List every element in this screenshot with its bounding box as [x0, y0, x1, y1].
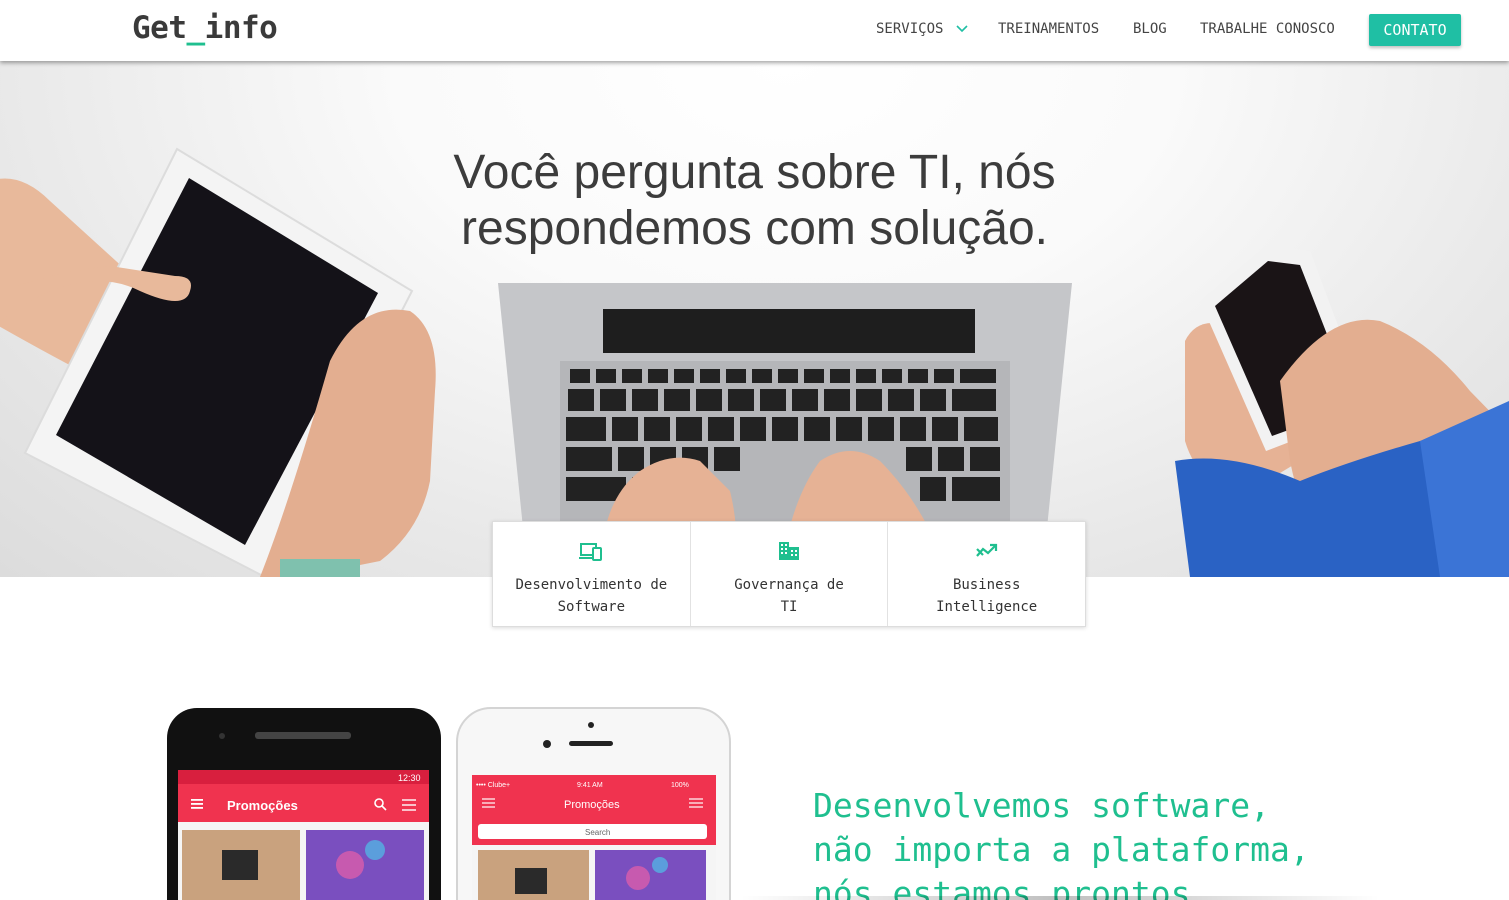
- service-card-label: Governança de TI: [734, 577, 844, 615]
- divider-shadow: [740, 896, 1380, 900]
- logo-main: Get: [132, 10, 187, 46]
- nav-item-blog[interactable]: BLOG: [1133, 21, 1167, 37]
- logo-suffix: info: [204, 10, 278, 46]
- service-card-software[interactable]: Desenvolvimento de Software: [493, 522, 691, 626]
- service-card-label: Business Intelligence: [936, 577, 1038, 615]
- navbar: Get_info SERVIÇOS TREINAMENTOS BLOG TRAB…: [0, 0, 1509, 61]
- hero-title-line2: respondemos com solução.: [461, 202, 1048, 255]
- android-app-title: Promoções: [227, 798, 298, 813]
- nav-item-trabalhe-conosco[interactable]: TRABALHE CONOSCO: [1200, 21, 1335, 37]
- hero-title-line1: Você pergunta sobre TI, nós: [453, 146, 1056, 199]
- ios-search-placeholder: Search: [585, 828, 610, 837]
- nav-item-servicos[interactable]: SERVIÇOS: [876, 21, 943, 37]
- nav-item-treinamentos[interactable]: TREINAMENTOS: [998, 21, 1099, 37]
- logo-underscore: _: [186, 10, 206, 46]
- chevron-down-icon[interactable]: [955, 24, 969, 34]
- phone-illustration: [1175, 246, 1509, 577]
- ios-status-time: 9:41 AM: [577, 782, 603, 789]
- service-card-label: Desenvolvimento de Software: [515, 577, 668, 615]
- building-icon: [779, 542, 799, 560]
- android-status-time: 12:30: [398, 773, 421, 783]
- dev-section-heading: Desenvolvemos software, não importa a pl…: [813, 784, 1353, 900]
- ios-status-battery: 100%: [671, 782, 689, 789]
- devices-icon: [579, 543, 603, 561]
- dev-heading-line2: não importa a plataforma,: [813, 830, 1310, 869]
- service-card-bi[interactable]: Business Intelligence: [888, 522, 1085, 626]
- service-cards: Desenvolvimento de Software Governança d…: [492, 521, 1086, 627]
- site-logo[interactable]: Get_info: [132, 10, 278, 46]
- ios-app-title: Promoções: [564, 799, 620, 811]
- hero-section: Você pergunta sobre TI, nós respondemos …: [0, 61, 1509, 577]
- trending-icon: [975, 543, 997, 557]
- dev-heading-line1: Desenvolvemos software,: [813, 786, 1270, 825]
- contato-button[interactable]: CONTATO: [1369, 14, 1461, 46]
- menu-icon: [191, 799, 203, 809]
- hero-image: [0, 147, 1509, 577]
- service-card-governanca[interactable]: Governança de TI: [691, 522, 889, 626]
- hero-title: Você pergunta sobre TI, nós respondemos …: [0, 145, 1509, 257]
- ios-status-carrier: •••• Clube+: [476, 782, 510, 789]
- iphone: •••• Clube+ 9:41 AM 100% Promoções Searc…: [456, 707, 731, 900]
- phones-image: 12:30 Promoções •••• Clube+ 9:41 AM 100%…: [167, 707, 731, 900]
- android-phone: 12:30 Promoções: [167, 708, 441, 900]
